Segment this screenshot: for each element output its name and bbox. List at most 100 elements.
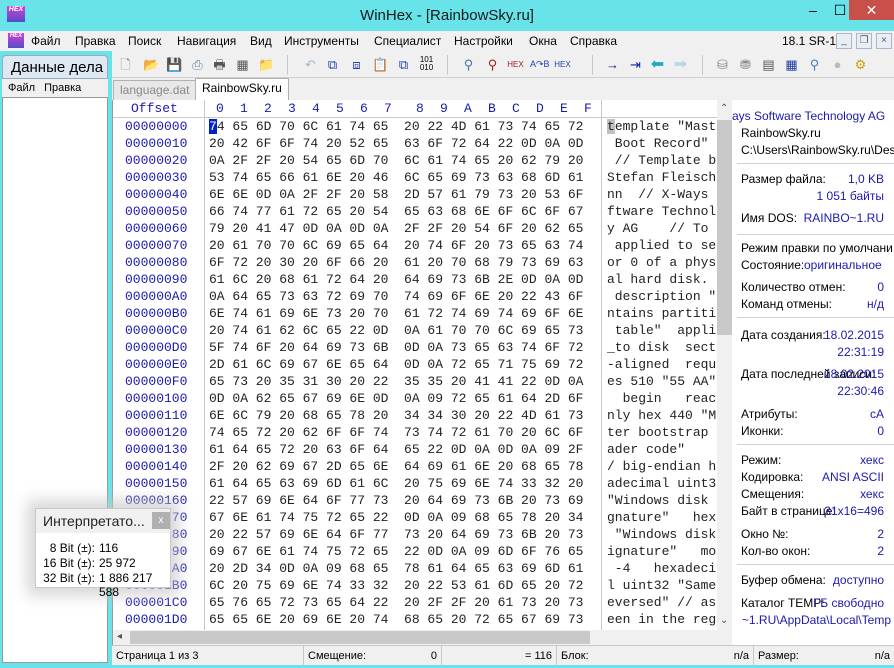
open-folder-icon[interactable]: 📂 — [143, 56, 160, 73]
hex-row[interactable]: 000000E0 2D 61 6C 69 67 6E 65 64 0D 0A 72… — [113, 356, 717, 373]
data-interpreter-window[interactable]: Интерпретато... x 8 Bit (±): 116 16 Bit … — [35, 508, 171, 599]
menu-options[interactable]: Настройки — [454, 34, 513, 48]
document-menu-icon[interactable]: HEX — [8, 33, 24, 48]
row-hex-bytes[interactable]: 20 42 6F 6F 74 20 52 65 63 6F 72 64 22 0… — [209, 136, 583, 151]
row-hex-bytes[interactable]: 66 74 77 61 72 65 20 54 65 63 68 6E 6F 6… — [209, 204, 583, 219]
hex-row[interactable]: 000001C0 65 76 65 72 73 65 64 22 20 2F 2F… — [113, 594, 717, 611]
scroll-up-icon[interactable]: ⌃ — [720, 103, 728, 114]
open-disk-icon[interactable]: ⛁ — [714, 56, 731, 73]
hex-row[interactable]: 000000A0 0A 64 65 73 63 72 69 70 74 69 6F… — [113, 288, 717, 305]
scroll-down-icon[interactable]: ⌄ — [720, 615, 728, 626]
row-ascii[interactable]: ignature" mo — [607, 544, 717, 559]
vertical-scroll-thumb[interactable] — [717, 120, 733, 335]
row-hex-bytes[interactable]: 2F 20 62 69 67 2D 65 6E 64 69 61 6E 20 6… — [209, 459, 583, 474]
tab-rainbowsky-ru[interactable]: RainbowSky.ru — [195, 78, 289, 100]
mdi-close-button[interactable]: × — [876, 33, 892, 49]
row-ascii[interactable]: -4 hexadeci — [607, 561, 717, 576]
horizontal-scrollbar[interactable]: ◂ — [113, 630, 733, 645]
row-ascii[interactable]: "Windows disk — [607, 493, 717, 508]
hex-row[interactable]: 000001A020 2D 34 0D 0A 09 68 65 78 61 64… — [113, 560, 717, 577]
row-hex-bytes[interactable]: 61 64 65 63 69 6D 61 6C 20 75 69 6E 74 3… — [209, 476, 583, 491]
close-icon[interactable]: x — [152, 512, 170, 529]
row-hex-bytes[interactable]: 65 73 20 35 31 30 20 22 35 35 20 41 41 2… — [209, 374, 583, 389]
row-ascii[interactable]: ntains partiti — [607, 306, 717, 321]
row-hex-bytes[interactable]: 61 64 65 72 20 63 6F 64 65 22 0D 0A 0D 0… — [209, 442, 583, 457]
hex-row[interactable]: 00000130 61 64 65 72 20 63 6F 64 65 22 0D… — [113, 441, 717, 458]
row-ascii[interactable]: / big-endian h — [607, 459, 717, 474]
row-ascii[interactable]: Stefan Fleisch — [607, 170, 717, 185]
menu-specialist[interactable]: Специалист — [374, 34, 441, 48]
hex-row[interactable]: 0000018020 22 57 69 6E 64 6F 77 73 20 64… — [113, 526, 717, 543]
copy-hex-icon[interactable]: ⧉ — [395, 56, 412, 73]
properties-icon[interactable]: ▦ — [234, 56, 251, 73]
goto-sector-icon[interactable]: ⇥ — [627, 56, 644, 73]
paste-icon[interactable]: 📋 — [372, 56, 389, 73]
close-button[interactable]: ✕ — [849, 0, 894, 20]
row-ascii[interactable]: // Template b — [607, 153, 717, 168]
menu-file[interactable]: Файл — [31, 34, 61, 48]
settings-gear-icon[interactable]: ⚙ — [852, 56, 869, 73]
row-hex-bytes[interactable]: 20 2D 34 0D 0A 09 68 65 78 61 64 65 63 6… — [209, 561, 583, 576]
row-ascii[interactable]: nn // X-Ways — [607, 187, 717, 202]
row-hex-bytes[interactable]: 69 67 6E 61 74 75 72 65 22 0D 0A 09 6D 6… — [209, 544, 583, 559]
row-ascii[interactable]: -aligned requ — [607, 357, 717, 372]
find-hex-icon[interactable]: ⚲ — [484, 56, 501, 73]
row-ascii[interactable]: ter bootstrap — [607, 425, 717, 440]
row-hex-bytes[interactable]: 0D 0A 62 65 67 69 6E 0D 0A 09 72 65 61 6… — [209, 391, 583, 406]
binary-icon[interactable]: 101 010 — [418, 56, 435, 73]
menu-view[interactable]: Вид — [250, 34, 272, 48]
row-ascii[interactable]: gnature" hex — [607, 510, 717, 525]
calculator-icon[interactable]: ▦ — [783, 56, 800, 73]
print-preview-icon[interactable]: ⎙ — [189, 56, 206, 73]
hex-row[interactable]: 00000060 79 20 41 47 0D 0A 0D 0A 2F 2F 20… — [113, 220, 717, 237]
row-ascii[interactable]: begin reac — [607, 391, 717, 406]
row-hex-bytes[interactable]: 61 6C 20 68 61 72 64 20 64 69 73 6B 2E 0… — [209, 272, 583, 287]
row-ascii[interactable]: een in the reg — [607, 612, 717, 627]
data-interpreter-title[interactable]: Интерпретато... — [36, 509, 170, 533]
hex-row[interactable]: 00000050 66 74 77 61 72 65 20 54 65 63 68… — [113, 203, 717, 220]
row-hex-bytes[interactable]: 79 20 41 47 0D 0A 0D 0A 2F 2F 20 54 6F 2… — [209, 221, 583, 236]
row-hex-bytes[interactable]: 74 65 6D 70 6C 61 74 65 20 22 4D 61 73 7… — [209, 119, 583, 134]
menu-search[interactable]: Поиск — [128, 34, 161, 48]
row-ascii[interactable]: l uint32 "Same — [607, 578, 717, 593]
copy-block-icon[interactable]: ⧉ — [324, 56, 341, 73]
replace-text-icon[interactable]: A↷B — [530, 56, 550, 73]
row-ascii[interactable]: "Windows disk — [607, 527, 717, 542]
hex-row[interactable]: 00000080 6F 72 20 30 20 6F 66 20 61 20 70… — [113, 254, 717, 271]
row-hex-bytes[interactable]: 53 74 65 66 61 6E 20 46 6C 65 69 73 63 6… — [209, 170, 583, 185]
hex-row[interactable]: 00000030 53 74 65 66 61 6E 20 46 6C 65 69… — [113, 169, 717, 186]
row-hex-bytes[interactable]: 65 65 6E 20 69 6E 20 74 68 65 20 72 65 6… — [209, 612, 583, 627]
row-hex-bytes[interactable]: 20 61 70 70 6C 69 65 64 20 74 6F 20 73 6… — [209, 238, 583, 253]
scroll-left-icon[interactable]: ◂ — [117, 631, 122, 642]
hex-row[interactable]: 00000040 6E 6E 0D 0A 2F 2F 20 58 2D 57 61… — [113, 186, 717, 203]
row-ascii[interactable]: ader code" — [607, 442, 717, 457]
print-icon[interactable]: 🖶 — [211, 56, 228, 73]
row-ascii[interactable]: adecimal uint3 — [607, 476, 717, 491]
row-ascii[interactable]: al hard disk. — [607, 272, 717, 287]
new-file-icon[interactable]: 🗋 — [117, 56, 134, 73]
row-hex-bytes[interactable]: 74 65 72 20 62 6F 6F 74 73 74 72 61 70 2… — [209, 425, 583, 440]
hex-row[interactable]: 000000F0 65 73 20 35 31 30 20 22 35 35 20… — [113, 373, 717, 390]
case-menu-file[interactable]: Файл — [8, 82, 35, 94]
cut-paste-icon[interactable]: ⧈ — [348, 56, 365, 73]
hex-row[interactable]: 0000019069 67 6E 61 74 75 72 65 22 0D 0A… — [113, 543, 717, 560]
row-hex-bytes[interactable]: 20 74 61 62 6C 65 22 0D 0A 61 70 70 6C 6… — [209, 323, 583, 338]
row-ascii[interactable]: y AG // To — [607, 221, 717, 236]
hex-row[interactable]: 00000160 22 57 69 6E 64 6F 77 73 20 64 69… — [113, 492, 717, 509]
menu-navigation[interactable]: Навигация — [177, 34, 236, 48]
camera-icon[interactable]: ● — [829, 56, 846, 73]
row-ascii[interactable]: ftware Technol — [607, 204, 717, 219]
back-icon[interactable]: ⬅ — [649, 56, 666, 73]
row-hex-bytes[interactable]: 6E 6E 0D 0A 2F 2F 20 58 2D 57 61 79 73 2… — [209, 187, 583, 202]
row-hex-bytes[interactable]: 6C 20 75 69 6E 74 33 32 20 22 53 61 6D 6… — [209, 578, 583, 593]
hex-row[interactable]: 000001B06C 20 75 69 6E 74 33 32 20 22 53… — [113, 577, 717, 594]
hex-row[interactable]: 00000010 20 42 6F 6F 74 20 52 65 63 6F 72… — [113, 135, 717, 152]
replace-hex-icon[interactable]: HEX — [554, 56, 571, 73]
find-text-icon[interactable]: ⚲ — [460, 56, 477, 73]
hex-row[interactable]: 00000120 74 65 72 20 62 6F 6F 74 73 74 72… — [113, 424, 717, 441]
vertical-scrollbar[interactable]: ⌃ ⌄ — [717, 100, 733, 630]
open-memory-icon[interactable]: ▤ — [760, 56, 777, 73]
menu-tools[interactable]: Инструменты — [284, 34, 359, 48]
hex-row[interactable]: 000000C0 20 74 61 62 6C 65 22 0D 0A 61 70… — [113, 322, 717, 339]
hex-row[interactable]: 00000100 0D 0A 62 65 67 69 6E 0D 0A 09 72… — [113, 390, 717, 407]
